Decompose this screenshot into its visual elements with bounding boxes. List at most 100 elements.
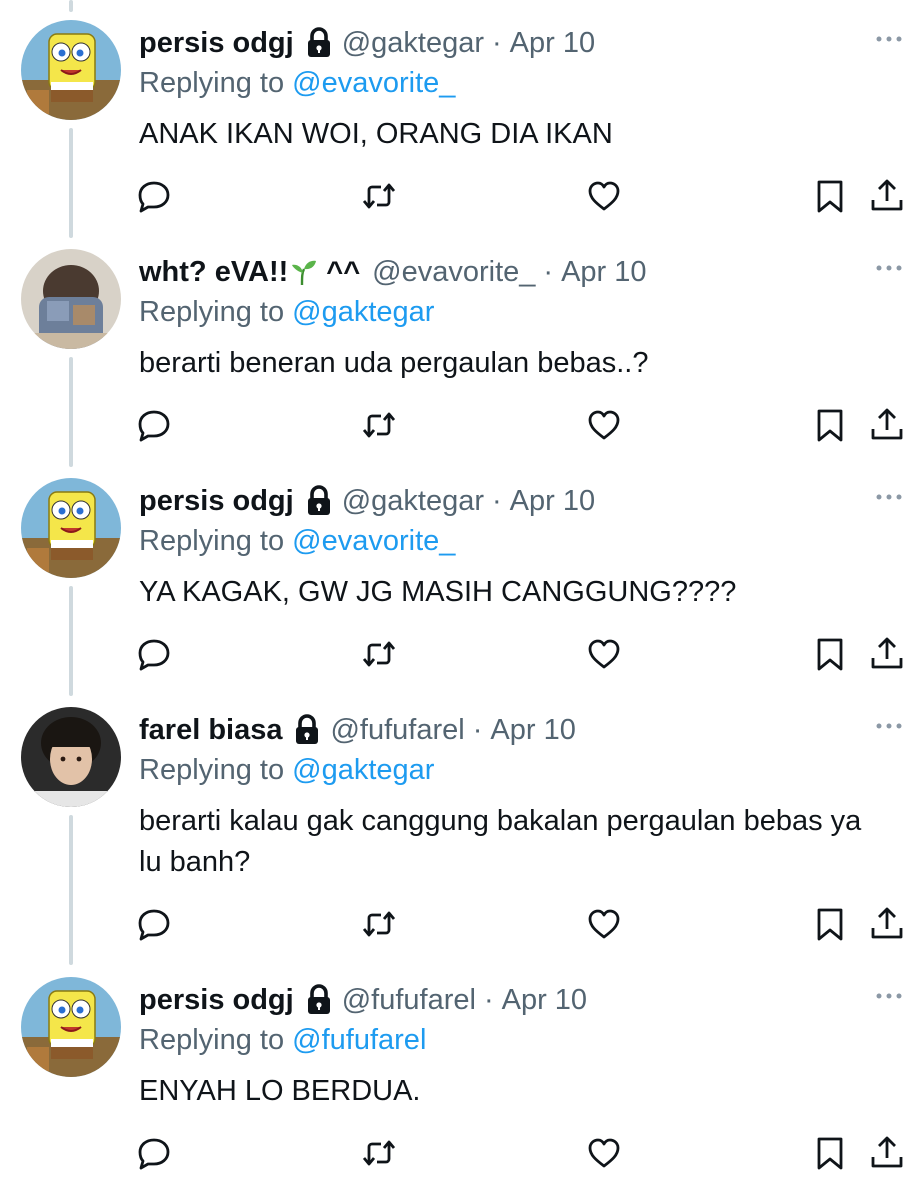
more-icon[interactable] xyxy=(874,34,904,44)
tweet-header: persis odgj @gaktegar · Apr 10 xyxy=(139,478,919,524)
bookmark-button[interactable] xyxy=(812,636,848,672)
tweet-actions xyxy=(0,1135,919,1175)
retweet-icon xyxy=(362,641,396,667)
tweet-date[interactable]: Apr 10 xyxy=(490,714,575,747)
user-handle[interactable]: @fufufarel xyxy=(342,984,476,1017)
reply-icon xyxy=(138,181,170,213)
user-handle[interactable]: @gaktegar xyxy=(342,27,484,60)
display-name[interactable]: persis odgj xyxy=(139,984,294,1017)
lock-icon xyxy=(307,485,330,515)
tweet-date[interactable]: Apr 10 xyxy=(510,485,595,518)
display-name[interactable]: persis odgj xyxy=(139,485,294,518)
tweet-header: wht? eVA!! ^^ @evavorite_ · Apr 10 xyxy=(139,249,919,295)
share-button[interactable] xyxy=(869,906,905,942)
display-name-suffix: ^^ xyxy=(326,255,361,288)
replying-to: Replying to @fufufarel xyxy=(139,1024,426,1057)
person-portrait-avatar[interactable] xyxy=(21,707,121,807)
bookmark-button[interactable] xyxy=(812,906,848,942)
more-icon[interactable] xyxy=(874,991,904,1001)
tweet-actions xyxy=(0,636,919,676)
replying-to: Replying to @evavorite_ xyxy=(139,67,455,100)
bookmark-icon xyxy=(817,180,843,213)
more-icon[interactable] xyxy=(874,721,904,731)
retweet-icon xyxy=(362,911,396,937)
replying-to-mention[interactable]: @gaktegar xyxy=(292,296,434,328)
replying-to: Replying to @gaktegar xyxy=(139,296,434,329)
share-icon xyxy=(871,637,903,669)
reply-button[interactable] xyxy=(136,906,172,942)
reply-button[interactable] xyxy=(136,1135,172,1171)
spongebob-avatar[interactable] xyxy=(21,478,121,578)
lock-icon xyxy=(307,984,330,1014)
replying-to: Replying to @gaktegar xyxy=(139,754,434,787)
separator-dot: · xyxy=(472,713,483,746)
more-icon[interactable] xyxy=(874,492,904,502)
replying-to-mention[interactable]: @evavorite_ xyxy=(292,525,455,557)
retweet-icon xyxy=(362,1140,396,1166)
bookmark-icon xyxy=(817,409,843,442)
replying-to-label: Replying to xyxy=(139,754,285,786)
replying-to-label: Replying to xyxy=(139,1024,285,1056)
like-icon xyxy=(588,181,620,211)
more-icon[interactable] xyxy=(874,263,904,273)
bookmark-button[interactable] xyxy=(812,1135,848,1171)
retweet-icon xyxy=(362,183,396,209)
retweet-button[interactable] xyxy=(361,178,397,214)
reply-button[interactable] xyxy=(136,407,172,443)
retweet-button[interactable] xyxy=(361,1135,397,1171)
tweet-date[interactable]: Apr 10 xyxy=(561,256,646,289)
replying-to-mention[interactable]: @gaktegar xyxy=(292,754,434,786)
bookmark-button[interactable] xyxy=(812,407,848,443)
replying-to-mention[interactable]: @evavorite_ xyxy=(292,67,455,99)
retweet-button[interactable] xyxy=(361,636,397,672)
display-name[interactable]: farel biasa xyxy=(139,714,282,747)
share-icon xyxy=(871,179,903,211)
tweet-text: berarti kalau gak canggung bakalan perga… xyxy=(139,805,862,878)
like-icon xyxy=(588,410,620,440)
tweet-header: farel biasa @fufufarel · Apr 10 xyxy=(139,707,919,753)
reply-icon xyxy=(138,410,170,442)
tweet-actions xyxy=(0,178,919,218)
replying-to: Replying to @evavorite_ xyxy=(139,525,455,558)
share-icon xyxy=(871,907,903,939)
like-icon xyxy=(588,639,620,669)
lock-icon xyxy=(296,714,319,744)
like-button[interactable] xyxy=(586,1135,622,1171)
bookmark-icon xyxy=(817,908,843,941)
like-button[interactable] xyxy=(586,178,622,214)
replying-to-label: Replying to xyxy=(139,67,285,99)
bookmark-icon xyxy=(817,1137,843,1170)
retweet-icon xyxy=(362,412,396,438)
lock-icon xyxy=(307,27,330,57)
like-button[interactable] xyxy=(586,906,622,942)
tweet-date[interactable]: Apr 10 xyxy=(510,27,595,60)
display-name[interactable]: wht? eVA!! xyxy=(139,256,288,289)
retweet-button[interactable] xyxy=(361,906,397,942)
user-handle[interactable]: @fufufarel xyxy=(330,714,464,747)
separator-dot: · xyxy=(492,26,502,59)
tweet-text: YA KAGAK, GW JG MASIH CANGGUNG???? xyxy=(139,576,737,608)
like-button[interactable] xyxy=(586,407,622,443)
reply-button[interactable] xyxy=(136,636,172,672)
person-covered-face-avatar[interactable] xyxy=(21,249,121,349)
share-button[interactable] xyxy=(869,407,905,443)
display-name[interactable]: persis odgj xyxy=(139,27,294,60)
tweet-text: berarti beneran uda pergaulan bebas..? xyxy=(139,347,649,379)
tweet-date[interactable]: Apr 10 xyxy=(502,984,587,1017)
spongebob-avatar[interactable] xyxy=(21,977,121,1077)
like-button[interactable] xyxy=(586,636,622,672)
reply-button[interactable] xyxy=(136,178,172,214)
spongebob-avatar[interactable] xyxy=(21,20,121,120)
bookmark-button[interactable] xyxy=(812,178,848,214)
retweet-button[interactable] xyxy=(361,407,397,443)
share-button[interactable] xyxy=(869,178,905,214)
user-handle[interactable]: @gaktegar xyxy=(342,485,484,518)
user-handle[interactable]: @evavorite_ xyxy=(372,256,535,289)
share-icon xyxy=(871,1136,903,1168)
replying-to-label: Replying to xyxy=(139,296,285,328)
replying-to-label: Replying to xyxy=(139,525,285,557)
share-button[interactable] xyxy=(869,1135,905,1171)
share-button[interactable] xyxy=(869,636,905,672)
replying-to-mention[interactable]: @fufufarel xyxy=(292,1024,426,1056)
tweet-actions xyxy=(0,407,919,447)
